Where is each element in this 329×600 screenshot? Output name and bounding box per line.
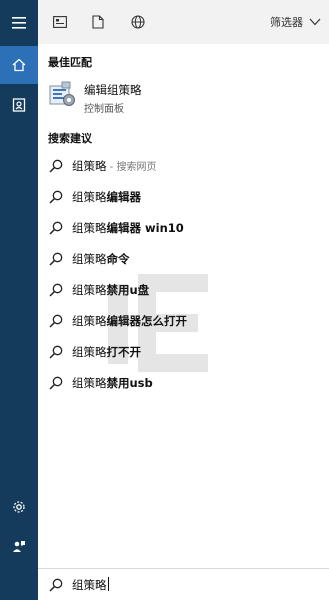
suggestion-text: 组策略编辑器	[72, 189, 141, 205]
suggestion-hint: - 搜索网页	[106, 162, 157, 173]
best-match-subtitle: 控制面板	[84, 104, 124, 115]
suggestion-prefix: 组策略	[72, 345, 107, 359]
suggestion-prefix: 组策略	[72, 314, 107, 328]
search-icon	[49, 190, 63, 204]
suggestion-item[interactable]: 组策略命令	[38, 247, 329, 271]
search-query-text: 组策略	[72, 578, 107, 592]
suggestion-text: 组策略禁用u盘	[72, 282, 149, 298]
home-button[interactable]	[0, 46, 38, 84]
suggestion-item[interactable]: 组策略编辑器 win10	[38, 216, 329, 240]
suggestion-suffix: 编辑器	[106, 190, 142, 204]
suggestion-prefix: 组策略	[72, 190, 107, 204]
suggestion-text: 组策略禁用usb	[72, 375, 153, 391]
search-icon	[49, 221, 63, 235]
left-rail	[0, 0, 38, 600]
apps-filter-button[interactable]	[50, 12, 70, 32]
suggestion-suffix: 编辑器 win10	[106, 221, 184, 235]
chevron-down-icon	[309, 18, 321, 26]
suggestion-prefix: 组策略	[72, 221, 107, 235]
suggestion-item[interactable]: 组策略禁用usb	[38, 371, 329, 395]
suggestion-text: 组策略 - 搜索网页	[72, 158, 156, 174]
suggestion-prefix: 组策略	[72, 283, 107, 297]
suggestion-text: 组策略命令	[72, 251, 130, 267]
menu-button[interactable]	[0, 4, 38, 42]
suggestion-prefix: 组策略	[72, 376, 107, 390]
suggestion-suffix: 编辑器怎么打开	[106, 314, 188, 328]
group-policy-app-icon	[49, 81, 75, 106]
search-input[interactable]: 组策略	[72, 577, 109, 593]
search-icon	[49, 252, 63, 266]
feedback-person-icon	[13, 541, 25, 552]
search-icon	[49, 578, 63, 592]
suggestion-suffix: 命令	[106, 252, 130, 266]
filter-label: 筛选器	[270, 16, 303, 29]
suggestion-item[interactable]: 组策略编辑器怎么打开	[38, 309, 329, 333]
suggestion-text: 组策略编辑器 win10	[72, 220, 184, 236]
notebook-button[interactable]	[0, 86, 38, 124]
suggestion-suffix: 打不开	[106, 345, 142, 359]
document-icon	[92, 15, 104, 29]
search-icon	[49, 345, 63, 359]
search-icon	[49, 159, 63, 173]
suggestion-suffix: 禁用u盘	[106, 283, 150, 297]
home-icon	[12, 58, 26, 72]
suggestion-prefix: 组策略	[72, 252, 107, 266]
best-match-heading: 最佳匹配	[48, 56, 92, 69]
suggestion-item[interactable]: 组策略 - 搜索网页	[38, 154, 329, 178]
search-results-panel: 最佳匹配 编辑组策略 控制面板 搜索建议 组策略 - 搜索网页 组策略编辑器 组策略…	[38, 44, 329, 568]
best-match-result[interactable]: 编辑组策略 控制面板	[38, 74, 329, 118]
feedback-button[interactable]	[0, 528, 38, 566]
notebook-icon	[12, 98, 26, 112]
search-box[interactable]: 组策略	[38, 568, 329, 600]
gear-icon	[13, 501, 25, 513]
search-icon	[49, 283, 63, 297]
suggestion-item[interactable]: 组策略打不开	[38, 340, 329, 364]
suggestion-item[interactable]: 组策略编辑器	[38, 185, 329, 209]
settings-button[interactable]	[0, 488, 38, 526]
globe-icon	[131, 15, 145, 29]
documents-filter-button[interactable]	[88, 12, 108, 32]
search-icon	[49, 314, 63, 328]
suggestion-text: 组策略打不开	[72, 344, 141, 360]
document-view-icon	[53, 16, 67, 28]
text-caret	[107, 577, 109, 591]
suggestion-suffix: 禁用usb	[106, 376, 153, 390]
filter-dropdown[interactable]: 筛选器	[270, 12, 321, 32]
hamburger-menu-icon	[12, 17, 26, 29]
suggestion-prefix: 组策略	[72, 159, 107, 173]
search-icon	[49, 376, 63, 390]
top-toolbar: 筛选器	[38, 0, 329, 44]
web-filter-button[interactable]	[128, 12, 148, 32]
suggestion-item[interactable]: 组策略禁用u盘	[38, 278, 329, 302]
suggestions-heading: 搜索建议	[48, 132, 92, 145]
suggestion-text: 组策略编辑器怎么打开	[72, 313, 187, 329]
best-match-title: 编辑组策略	[84, 83, 142, 97]
